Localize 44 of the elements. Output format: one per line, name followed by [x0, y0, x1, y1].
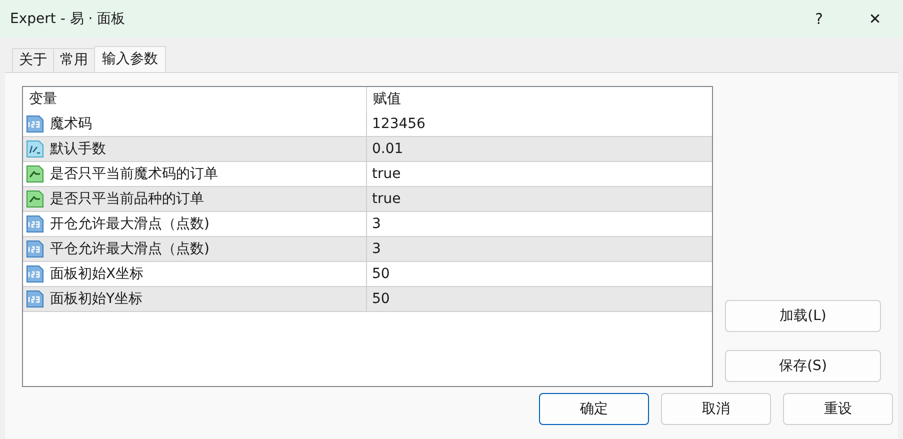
table-cell-text: 是否只平当前魔术码的订单: [50, 164, 218, 184]
dialog-button[interactable]: 重设: [783, 393, 893, 425]
table-cell-text: 3: [371, 240, 381, 258]
table-cell-text: 是否只平当前品种的订单: [50, 190, 204, 208]
table-cell-text: 平仓允许最大滑点（点数): [50, 240, 210, 258]
table-row[interactable]: 开仓允许最大滑点（点数) 3: [23, 212, 712, 237]
table-cell-text: 0.01: [371, 140, 404, 158]
table-row[interactable]: 是否只平当前品种的订单 true: [23, 187, 712, 212]
close-button[interactable]: ✕: [847, 0, 903, 38]
table-cell-text: 开仓允许最大滑点（点数): [50, 214, 210, 234]
toggle-type-icon: [26, 165, 44, 183]
table-row[interactable]: 是否只平当前魔术码的订单 true: [23, 162, 712, 187]
integer-type-icon: [26, 265, 44, 283]
dialog-button[interactable]: 取消: [661, 393, 771, 425]
table-cell-text: true: [371, 164, 401, 184]
window-title: Expert - 易 · 面板: [10, 10, 126, 28]
table-cell-text: 50: [371, 290, 390, 308]
tab[interactable]: 输入参数: [94, 46, 166, 72]
table-cell-text: true: [371, 190, 401, 208]
integer-type-icon: [26, 240, 44, 258]
help-button[interactable]: ?: [791, 0, 847, 38]
table-cell-text: 面板初始X坐标: [50, 264, 144, 284]
table-row[interactable]: 平仓允许最大滑点（点数) 3: [23, 237, 712, 262]
table-cell-text: 面板初始Y坐标: [50, 290, 143, 308]
side-button[interactable]: 加载(L): [725, 300, 881, 332]
table-row[interactable]: 面板初始X坐标 50: [23, 262, 712, 287]
column-header: 赋值: [372, 90, 401, 109]
table-row[interactable]: 魔术码 123456: [23, 112, 712, 137]
table-cell-text: 3: [371, 214, 381, 234]
table-row[interactable]: 默认手数 0.01: [23, 137, 712, 162]
integer-type-icon: [26, 215, 44, 233]
table-cell-text: 50: [371, 264, 390, 284]
tab[interactable]: 常用: [53, 48, 94, 72]
table-cell-text: 魔术码: [50, 114, 92, 134]
tab[interactable]: 关于: [12, 48, 53, 72]
integer-type-icon: [26, 115, 44, 133]
table-cell-text: 123456: [371, 114, 426, 134]
dialog-button[interactable]: 确定: [539, 393, 649, 425]
table-cell-text: 默认手数: [50, 140, 106, 158]
integer-type-icon: [26, 290, 44, 308]
toggle-type-icon: [26, 190, 44, 208]
table-row[interactable]: 面板初始Y坐标 50: [23, 287, 712, 312]
side-button[interactable]: 保存(S): [725, 350, 881, 382]
fraction-type-icon: [26, 140, 44, 158]
